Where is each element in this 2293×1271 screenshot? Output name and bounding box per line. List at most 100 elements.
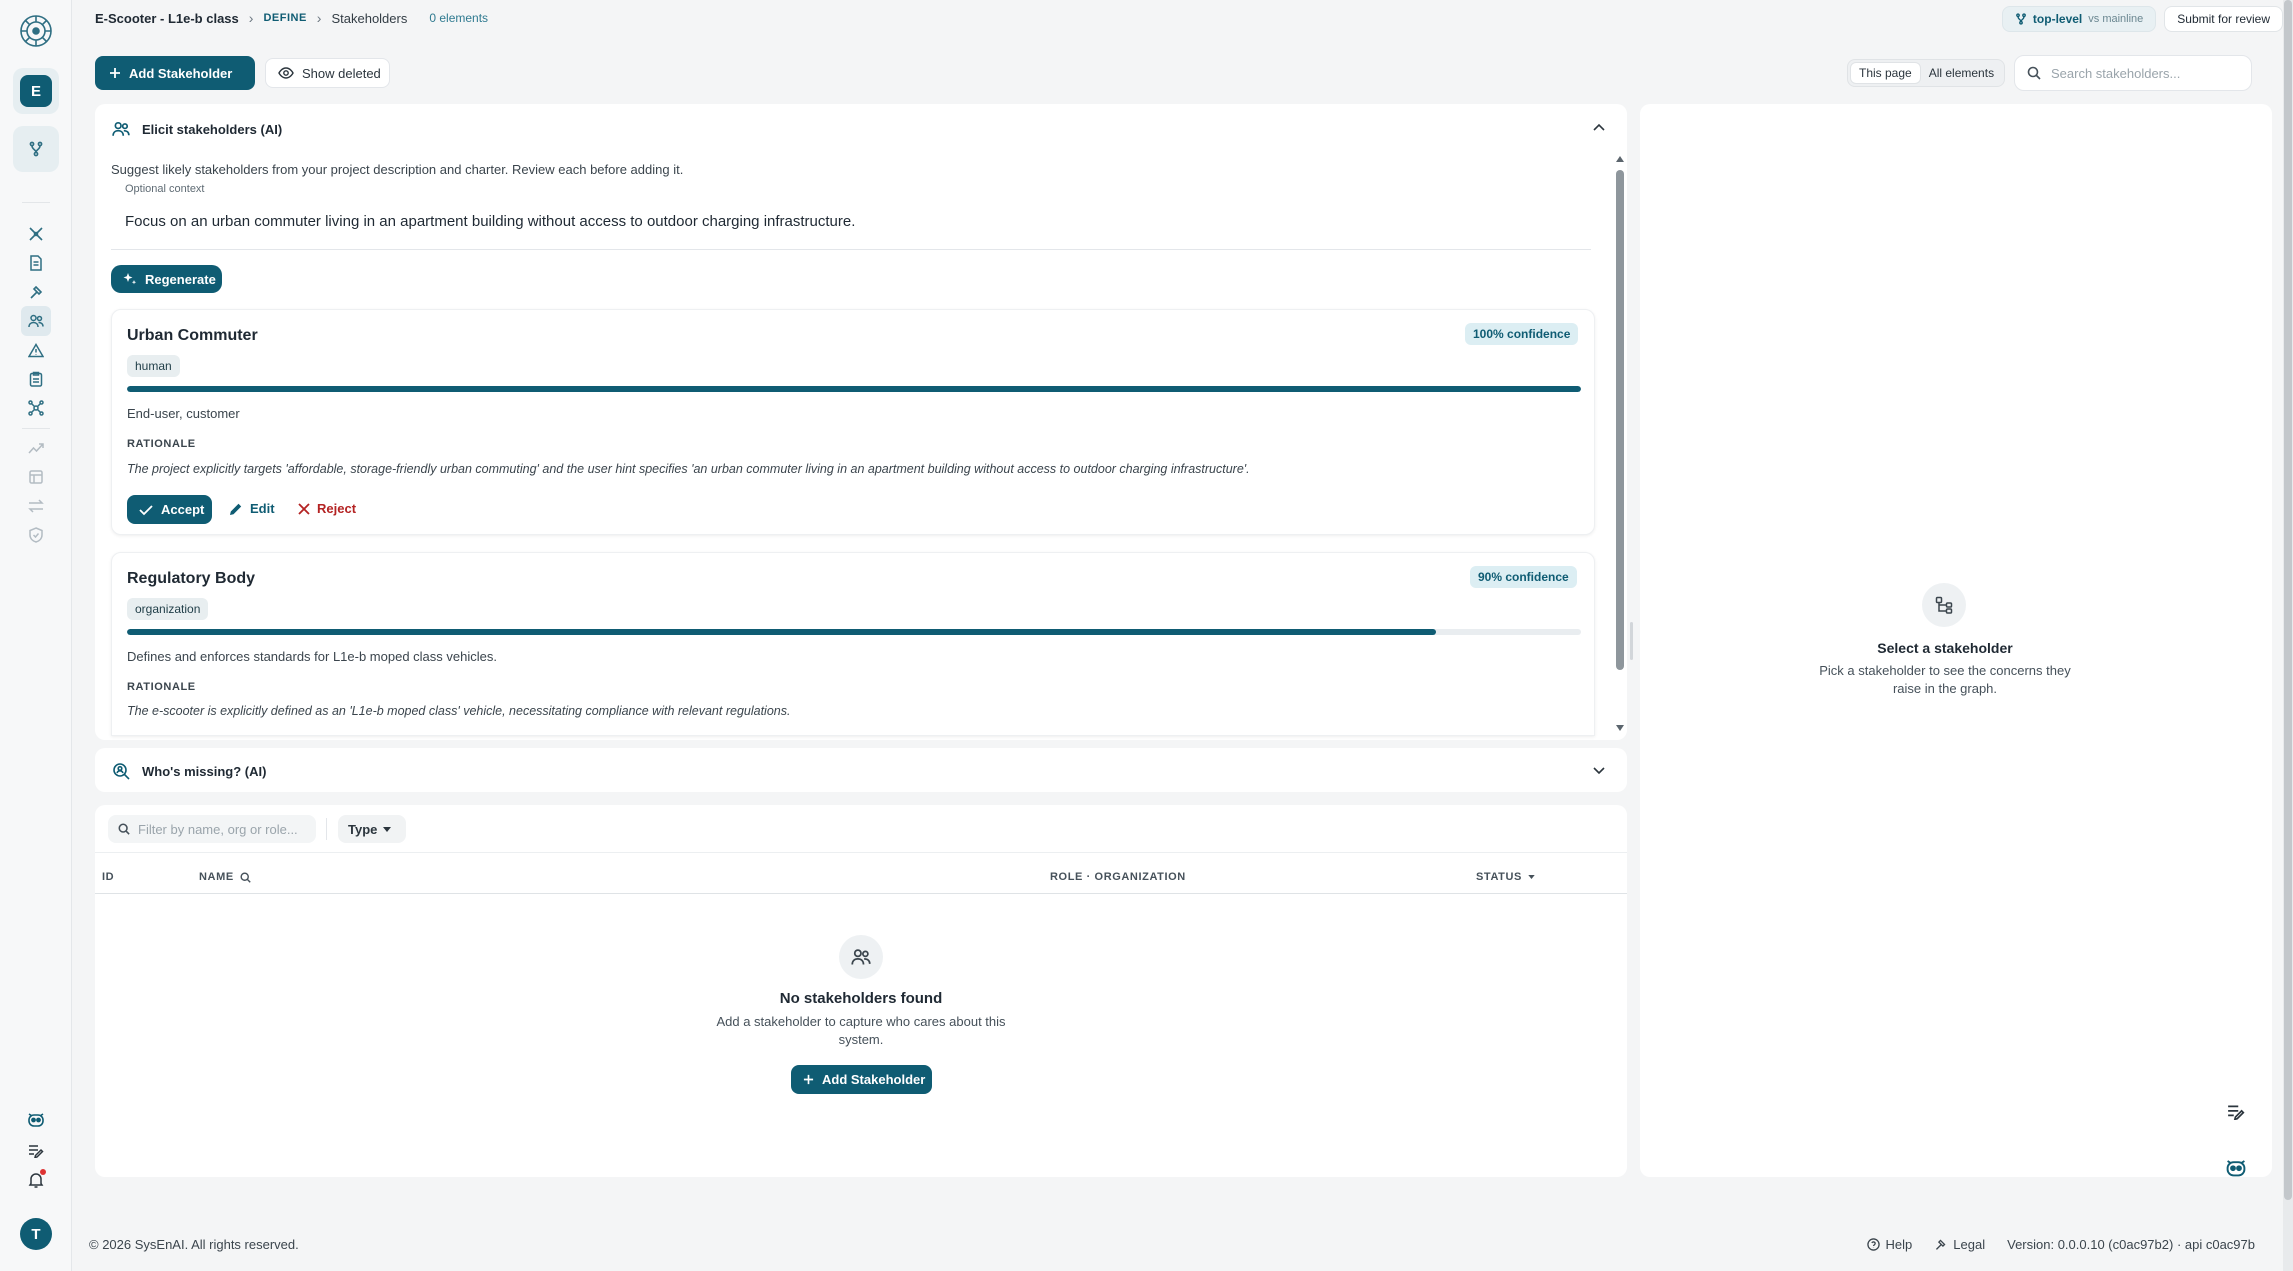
breadcrumb-section[interactable]: DEFINE [263,12,306,24]
context-input[interactable]: Focus on an urban commuter living in an … [111,194,1591,250]
filter-box [108,815,316,843]
layout-icon [29,470,43,484]
scroll-up-arrow[interactable] [1615,155,1625,163]
type-filter[interactable]: Type [338,815,406,843]
suggestions-scrollbar[interactable] [1616,170,1624,670]
whos-missing-panel[interactable] [95,748,1627,792]
nav-tools[interactable] [0,219,72,249]
column-status-label: STATUS [1476,871,1522,883]
branch-button[interactable] [0,126,72,172]
nav-requirements[interactable] [0,364,72,394]
chevron-down-icon[interactable] [1591,762,1607,778]
notes-button[interactable] [0,1136,72,1166]
nav-architecture[interactable] [0,393,72,423]
workspace-switcher[interactable]: E [0,68,72,114]
toolbar-divider [95,852,1627,853]
assistant-button[interactable] [0,1104,72,1134]
filter-divider [326,818,327,840]
help-link[interactable]: Help [1866,1237,1912,1252]
copyright: © 2026 SysEnAI. All rights reserved. [89,1236,299,1252]
app-logo[interactable] [0,12,72,50]
trend-icon [28,442,44,454]
scroll-down-arrow[interactable] [1615,724,1625,732]
nav-stakeholders[interactable] [0,306,72,336]
branch-chip[interactable]: top-level vs mainline [2001,6,2157,32]
column-role[interactable]: ROLE · ORGANIZATION [1050,871,1186,883]
notifications-button[interactable] [0,1165,72,1195]
column-status[interactable]: STATUS [1476,871,1535,883]
gavel-icon [1934,1238,1947,1251]
header-divider [95,893,1627,894]
search-icon [2027,66,2041,80]
help-icon [1866,1237,1880,1251]
edit-label: Edit [250,501,275,516]
suggestion-name: Urban Commuter [127,327,258,344]
nav-trace[interactable] [0,491,72,521]
whos-missing-header[interactable]: Who's missing? (AI) [112,761,266,781]
scope-all-elements[interactable]: All elements [1921,62,2002,84]
type-chip: human [127,355,180,377]
panel-resize-handle[interactable] [1630,622,1633,660]
empty-add-stakeholder-button[interactable]: Add Stakeholder [791,1065,932,1094]
rationale-label: RATIONALE [127,681,196,693]
nav-build[interactable] [0,277,72,307]
detail-title: Select a stakeholder [1877,640,2013,656]
breadcrumb-project[interactable]: E-Scooter - L1e-b class [95,11,239,26]
edit-button[interactable]: Edit [229,501,275,516]
suggestion-role: End-user, customer [127,406,240,421]
network-icon [28,400,44,416]
type-filter-label: Type [348,821,378,837]
submit-review-button[interactable]: Submit for review [2164,6,2283,32]
confidence-bar-fill [127,629,1436,635]
chevron-right-icon: › [316,10,322,26]
empty-description: Add a stakeholder to capture who cares a… [716,1014,1006,1047]
column-id[interactable]: ID [102,871,114,883]
suggestion-name: Regulatory Body [127,570,256,587]
breadcrumb-page: Stakeholders [331,10,408,26]
column-name[interactable]: NAME [199,871,251,883]
nav-verification[interactable] [0,520,72,550]
legal-link[interactable]: Legal [1934,1237,1985,1252]
check-icon [139,504,153,516]
reject-button[interactable]: Reject [298,501,356,516]
search-icon[interactable] [240,871,251,883]
tools-icon [28,226,44,242]
assistant-icon[interactable] [2224,1156,2248,1178]
scope-toggle: This page All elements [1847,59,2006,87]
confidence-bar [127,629,1581,635]
nav-documents[interactable] [0,248,72,278]
add-stakeholder-button[interactable]: Add Stakeholder [95,56,255,90]
shield-icon [29,527,43,543]
rationale-text: The project explicitly targets 'affordab… [127,462,1250,476]
branch-icon [28,141,44,157]
caret-down-icon [383,826,392,832]
reject-label: Reject [317,501,357,516]
pencil-icon [229,502,243,516]
filter-input[interactable] [138,821,308,837]
hammer-icon [28,284,44,300]
scope-this-page[interactable]: This page [1850,62,1921,84]
elicit-header[interactable]: Elicit stakeholders (AI) [112,119,282,139]
top-bar: E-Scooter - L1e-b class › DEFINE › Stake… [72,0,2283,36]
confidence-badge: 100% confidence [1465,323,1579,345]
show-deleted-label: Show deleted [302,65,381,81]
nav-layout[interactable] [0,462,72,492]
regenerate-button[interactable]: Regenerate [111,265,222,293]
clipboard-icon [29,371,43,387]
notification-dot [40,1169,46,1175]
accept-button[interactable]: Accept [127,495,212,524]
branch-compare: vs mainline [2088,13,2144,25]
search-input[interactable] [2051,65,2231,81]
notes-icon[interactable] [2227,1104,2245,1120]
detail-description: Pick a stakeholder to see the concerns t… [1819,663,2071,696]
show-deleted-button[interactable]: Show deleted [265,58,390,88]
footer: © 2026 SysEnAI. All rights reserved. Hel… [72,1222,2283,1266]
nav-analytics[interactable] [0,433,72,463]
chevron-up-icon[interactable] [1591,120,1607,136]
user-menu[interactable]: T [0,1218,72,1250]
notes-icon [28,1144,44,1158]
users-icon [28,314,44,328]
nav-hazards[interactable] [0,335,72,365]
page-scrollbar[interactable] [2283,0,2293,1271]
avatar: T [20,1218,52,1250]
